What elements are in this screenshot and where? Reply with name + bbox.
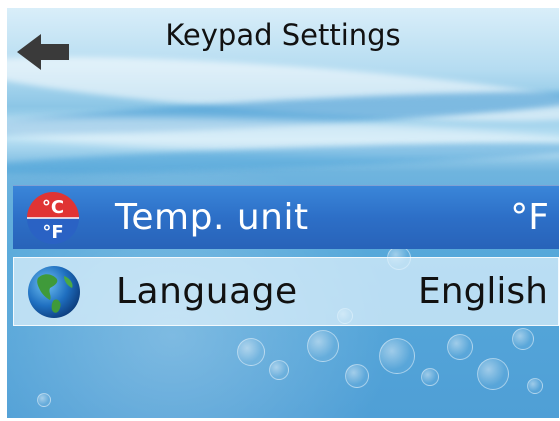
setting-value-temp-unit: °F [510, 197, 549, 238]
page-title: Keypad Settings [165, 18, 401, 52]
keypad-settings-screen: Keypad Settings °C °F Temp. unit °F Lang… [7, 8, 559, 418]
setting-label-temp-unit: Temp. unit [115, 197, 309, 238]
bubble-decoration [421, 368, 439, 386]
bubble-decoration [447, 334, 473, 360]
setting-value-language: English [418, 271, 548, 312]
bubble-decoration [379, 338, 415, 374]
setting-label-language: Language [116, 271, 298, 312]
bubble-decoration [477, 358, 509, 390]
setting-row-temp-unit[interactable]: °C °F Temp. unit °F [13, 185, 559, 249]
fahrenheit-label: °F [42, 222, 63, 243]
bubble-decoration [527, 378, 543, 394]
bubble-decoration [237, 338, 265, 366]
back-arrow-icon [17, 34, 69, 70]
bubble-decoration [37, 393, 51, 407]
bubble-decoration [307, 330, 339, 362]
temperature-unit-icon: °C °F [27, 191, 79, 244]
setting-row-language[interactable]: Language English [13, 257, 559, 326]
globe-icon [28, 265, 80, 318]
bubble-decoration [512, 328, 534, 350]
celsius-label: °C [42, 197, 64, 218]
back-button[interactable] [15, 28, 71, 76]
bubble-decoration [269, 360, 289, 380]
bubble-decoration [345, 364, 369, 388]
